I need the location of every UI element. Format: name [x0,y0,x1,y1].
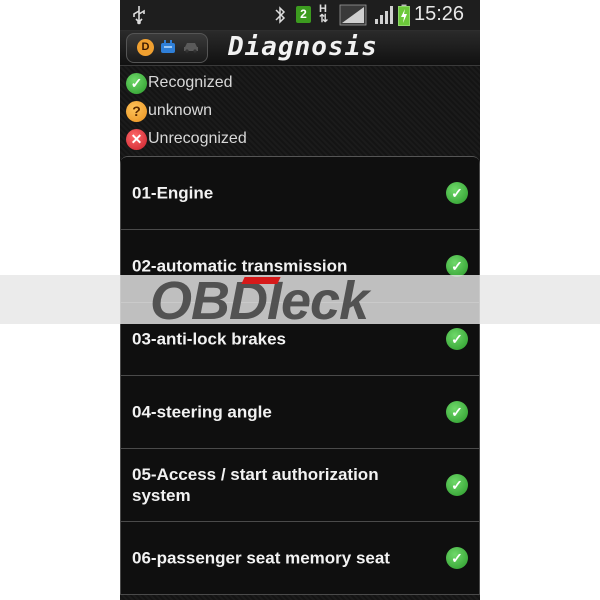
check-circle-icon: ✓ [126,72,147,94]
network-type-label: H [319,3,327,15]
module-label: 04-steering angle [132,402,272,422]
legend-label: Unrecognized [148,130,247,147]
battery-charging-icon [398,4,410,26]
legend-unknown: ? unknown [126,98,212,124]
check-circle-icon: ✓ [446,474,468,496]
watermark-accent [241,277,281,284]
ecu-icon[interactable] [160,40,176,54]
x-circle-icon: ✕ [126,128,147,150]
list-item[interactable]: 05-Access / start authorization system ✓ [120,449,480,522]
signal-icon [339,4,367,26]
bluetooth-icon [275,6,286,24]
module-label: 06-passenger seat memory seat [132,548,390,568]
check-circle-icon: ✓ [446,328,468,350]
mode-switcher[interactable]: D [126,33,208,63]
clock: 15:26 [414,3,465,25]
legend-recognized: ✓ Recognized [126,70,233,96]
hspa-icon: H ⇅ [319,3,329,25]
module-label: 01-Engine [132,183,214,203]
page-title: Diagnosis [228,32,378,62]
signal-icon [375,6,393,24]
question-circle-icon: ? [126,100,147,122]
check-circle-icon: ✓ [446,547,468,569]
check-circle-icon: ✓ [446,255,468,277]
check-circle-icon: ✓ [446,182,468,204]
legend-label: Recognized [148,74,233,91]
diagnosis-d-icon[interactable]: D [137,39,154,56]
module-list[interactable]: 01-Engine ✓ 02-automatic transmission ✓ … [120,156,480,600]
usb-icon [133,6,145,25]
legend-label: unknown [148,102,213,119]
sim-2-icon: 2 [296,6,311,23]
car-icon[interactable] [183,41,199,53]
list-item[interactable]: 06-passenger seat memory seat ✓ [120,522,480,595]
title-bar: D Diagnosis [120,31,480,66]
list-item[interactable]: 04-steering angle ✓ [120,376,480,449]
status-bar: 2 H ⇅ 15:26 [120,0,480,31]
list-item[interactable]: 01-Engine ✓ [120,157,480,230]
legend-unrecognized: ✕ Unrecognized [126,126,247,152]
module-label: 05-Access / start authorization system [132,465,379,505]
check-circle-icon: ✓ [446,401,468,423]
